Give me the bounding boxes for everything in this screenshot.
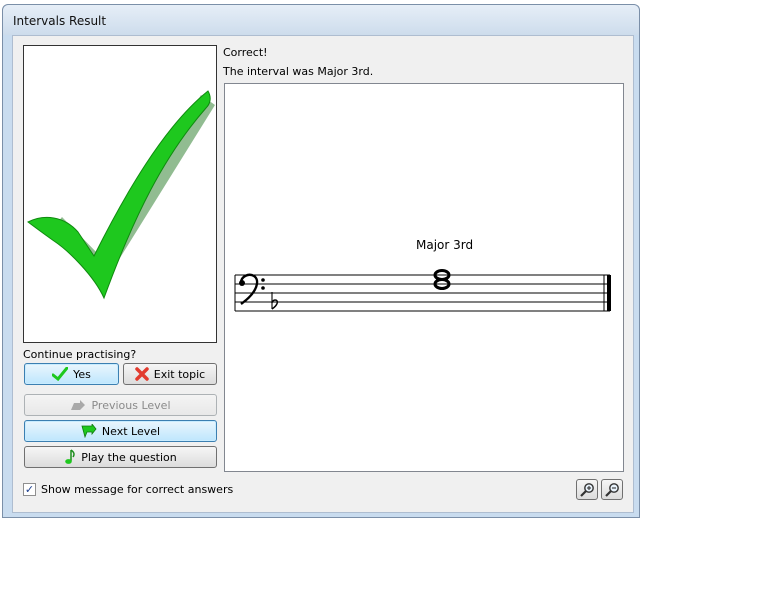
previous-level-label: Previous Level: [91, 398, 171, 412]
yes-button[interactable]: Yes: [24, 363, 119, 385]
show-message-label: Show message for correct answers: [41, 483, 234, 496]
exit-topic-label: Exit topic: [153, 367, 206, 381]
music-note-icon: [65, 449, 76, 464]
bass-clef-icon: [239, 273, 265, 305]
checkmark-icon: [27, 90, 215, 300]
window-title: Intervals Result: [13, 14, 107, 28]
result-image-panel: [23, 45, 217, 343]
flat-icon: [271, 292, 279, 310]
title-bar[interactable]: Intervals Result: [3, 5, 639, 35]
zoom-out-icon: [605, 482, 619, 497]
zoom-in-icon: [580, 482, 594, 497]
up-arrow-icon: [71, 400, 86, 410]
exit-topic-button[interactable]: Exit topic: [123, 363, 217, 385]
interval-label: Major 3rd: [416, 238, 474, 252]
continue-prompt: Continue practising?: [23, 348, 137, 361]
check-icon: [52, 367, 69, 381]
yes-label: Yes: [73, 367, 91, 381]
score-view: Major 3rd: [224, 83, 624, 472]
show-message-checkbox[interactable]: ✓: [23, 483, 36, 496]
play-question-label: Play the question: [81, 450, 177, 464]
previous-level-button[interactable]: Previous Level: [24, 394, 217, 416]
next-level-label: Next Level: [101, 424, 161, 438]
play-question-button[interactable]: Play the question: [24, 446, 217, 468]
staff: [234, 269, 611, 312]
zoom-in-button[interactable]: [576, 479, 598, 500]
zoom-out-button[interactable]: [601, 479, 623, 500]
red-x-icon: [135, 367, 149, 381]
result-status: Correct!: [223, 46, 268, 59]
chord-notes: [433, 269, 451, 290]
green-arrow-icon: [81, 424, 97, 438]
result-message: The interval was Major 3rd.: [223, 65, 374, 78]
intervals-result-window: Intervals Result Continue practising? Ye…: [2, 4, 640, 518]
next-level-button[interactable]: Next Level: [24, 420, 217, 442]
dialog-body: Continue practising? Yes Exit topic Prev…: [12, 35, 634, 513]
